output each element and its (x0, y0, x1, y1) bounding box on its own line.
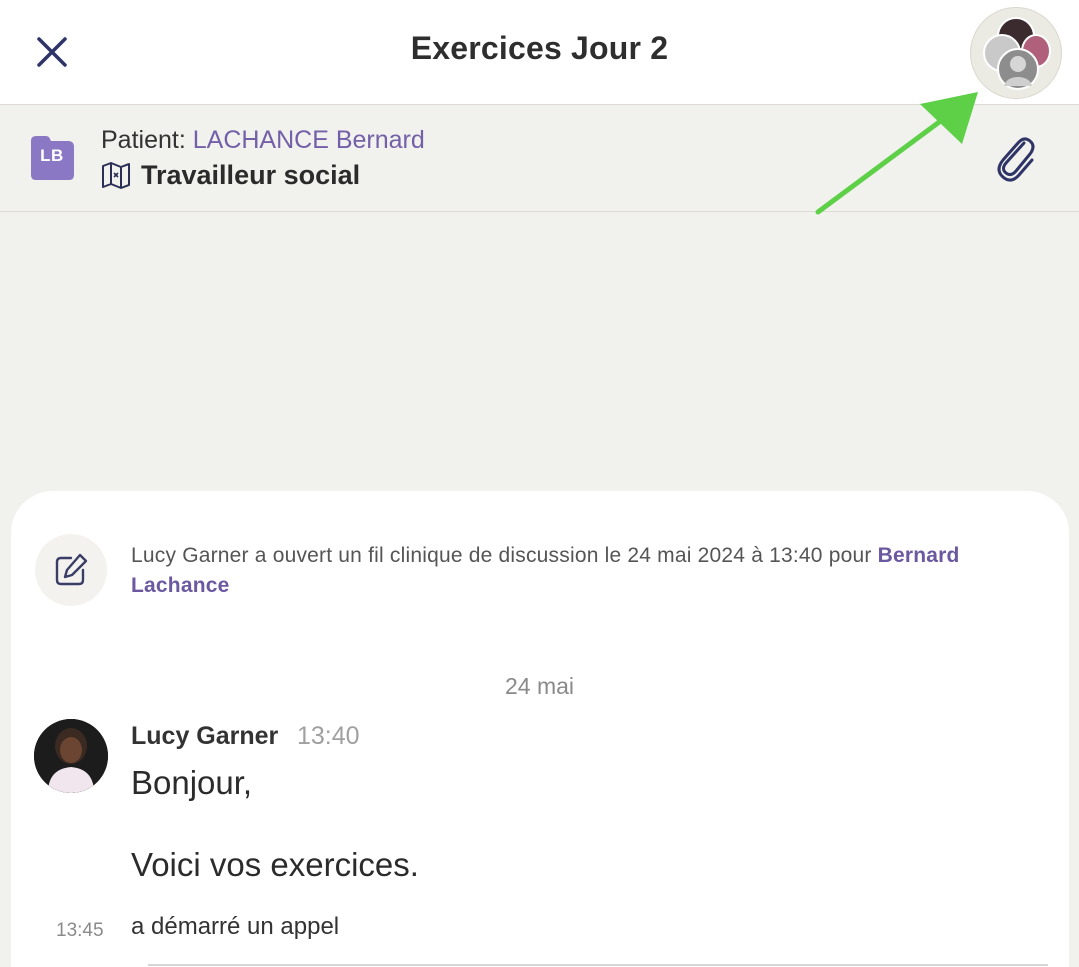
divider (148, 964, 1048, 966)
patient-name-link[interactable]: LACHANCE Bernard (193, 126, 425, 154)
call-time: 13:45 (56, 920, 104, 941)
patient-initials: LB (40, 146, 64, 165)
page-title: Exercices Jour 2 (410, 30, 669, 66)
system-event-icon (35, 534, 107, 606)
message-line: Bonjour, (131, 764, 253, 801)
chat-screen: Exercices Jour 2 LB Patient: LACHANCE Be… (0, 0, 1079, 967)
date-separator: 24 mai (504, 673, 575, 699)
patient-folder-badge[interactable]: LB (27, 133, 77, 183)
edit-icon (55, 553, 88, 586)
map-icon (101, 161, 133, 191)
patient-line: Patient: LACHANCE Bernard (101, 126, 425, 155)
call-event-text: a démarré un appel (131, 913, 340, 940)
role-text: Travailleur social (141, 160, 361, 190)
patient-label: Patient: (101, 126, 186, 154)
message-line: Voici vos exercices. (131, 846, 419, 883)
person-icon (1004, 56, 1032, 86)
system-event-text: Lucy Garner a ouvert un fil clinique de … (131, 541, 1041, 601)
role-line: Travailleur social (101, 160, 360, 191)
system-event-message: Lucy Garner a ouvert un fil clinique de … (131, 544, 878, 567)
avatar[interactable] (34, 719, 108, 793)
attach-button[interactable] (992, 133, 1040, 185)
message-author: Lucy Garner (131, 722, 279, 750)
paperclip-icon (997, 137, 1035, 182)
participant-avatar (997, 48, 1039, 90)
message-time: 13:40 (297, 722, 360, 750)
annotation-arrow (815, 92, 978, 215)
person-avatar-icon (34, 719, 108, 793)
